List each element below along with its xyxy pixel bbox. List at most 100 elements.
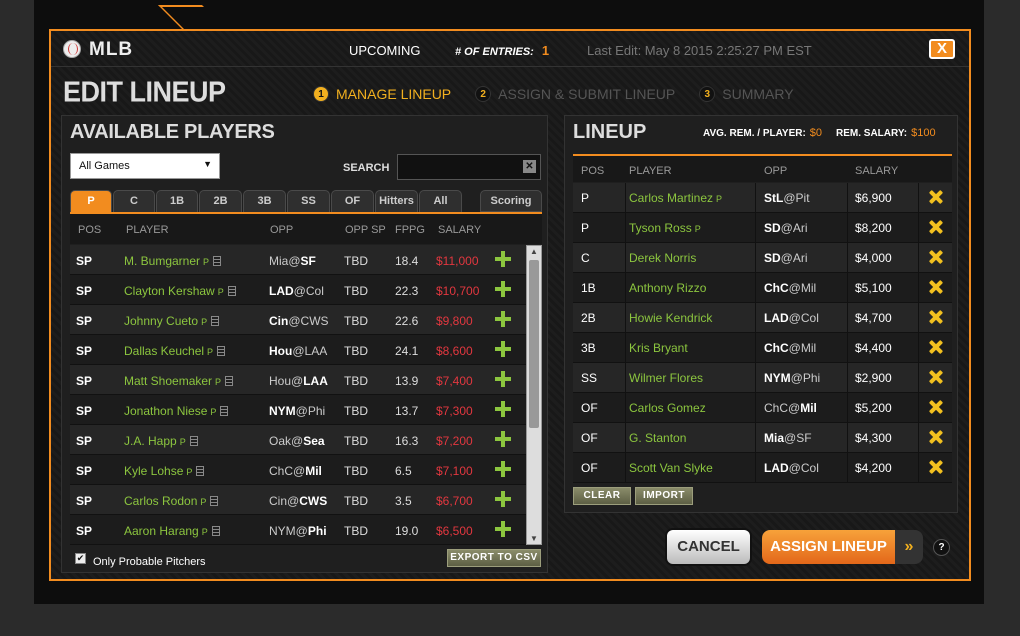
player-name[interactable]: Anthony Rizzo [629,281,709,295]
plus-add-icon[interactable] [495,491,511,507]
table-row[interactable]: SP Jonathon Niese P NYM@Phi TBD 13.7 $7,300 [70,395,526,425]
table-row[interactable]: SP Johnny Cueto P Cin@CWS TBD 22.6 $9,800 [70,305,526,335]
plus-add-icon[interactable] [495,431,511,447]
scroll-thumb[interactable] [529,260,539,428]
scroll-down-icon[interactable]: ▼ [530,534,538,543]
plus-add-icon[interactable] [495,281,511,297]
search-input[interactable]: ✕ [397,154,541,180]
tab-of[interactable]: OF [331,190,374,212]
table-row[interactable]: SP Matt Shoemaker P Hou@LAA TBD 13.9 $7,400 [70,365,526,395]
plus-add-icon[interactable] [495,461,511,477]
player-name[interactable]: Derek Norris [629,251,699,265]
player-name-text[interactable]: Derek Norris [629,251,696,265]
player-name[interactable]: Carlos Gomez [629,401,709,415]
news-doc-icon[interactable] [189,436,198,446]
col-pos[interactable]: POS [78,224,101,236]
clear-button[interactable]: CLEAR [573,487,631,505]
lineup-row[interactable]: C Derek Norris SD@Ari $4,000 [573,243,952,273]
table-row[interactable]: SP Dallas Keuchel P Hou@LAA TBD 24.1 $8,600 [70,335,526,365]
news-doc-icon[interactable] [210,496,219,506]
player-name-text[interactable]: Scott Van Slyke [629,461,713,475]
player-name[interactable]: Matt Shoemaker P [124,374,234,388]
double-chevron-icon[interactable]: » [895,530,923,564]
only-probable-checkbox[interactable]: ✔ [75,553,86,564]
player-name-text[interactable]: Aaron Harang [124,524,199,538]
tab-2b[interactable]: 2B [199,190,242,212]
col-opp[interactable]: OPP [270,224,293,236]
player-name-text[interactable]: G. Stanton [629,431,686,445]
col-fppg[interactable]: FPPG [395,224,425,236]
player-name[interactable]: Wilmer Flores [629,371,706,385]
tab-ss[interactable]: SS [287,190,330,212]
step-summary[interactable]: 3 SUMMARY [699,86,794,102]
tab-c[interactable]: C [113,190,155,212]
tab-p[interactable]: P [70,190,112,212]
lineup-row[interactable]: 3B Kris Bryant ChC@Mil $4,400 [573,333,952,363]
player-name-text[interactable]: Jonathon Niese [124,404,207,418]
player-name-text[interactable]: Tyson Ross [629,221,692,235]
lineup-row[interactable]: OF Scott Van Slyke LAD@Col $4,200 [573,453,952,483]
x-remove-icon[interactable] [929,400,943,414]
player-name-text[interactable]: M. Bumgarner [124,254,200,268]
player-name[interactable]: Aaron Harang P [124,524,220,538]
player-name-text[interactable]: Kris Bryant [629,341,688,355]
lineup-row[interactable]: P Tyson Ross P SD@Ari $8,200 [573,213,952,243]
lineup-row[interactable]: SS Wilmer Flores NYM@Phi $2,900 [573,363,952,393]
news-doc-icon[interactable] [227,286,236,296]
x-remove-icon[interactable] [929,190,943,204]
tab-1b[interactable]: 1B [156,190,198,212]
tab-hitters[interactable]: Hitters [375,190,418,212]
plus-add-icon[interactable] [495,521,511,537]
player-name[interactable]: G. Stanton [629,431,689,445]
player-name[interactable]: Carlos Rodon P [124,494,219,508]
player-name[interactable]: Tyson Ross P [629,221,701,235]
lineup-row[interactable]: OF Carlos Gomez ChC@Mil $5,200 [573,393,952,423]
player-name[interactable]: Kris Bryant [629,341,691,355]
help-icon[interactable]: ? [933,539,950,556]
lineup-row[interactable]: P Carlos Martinez P StL@Pit $6,900 [573,183,952,213]
player-name-text[interactable]: Wilmer Flores [629,371,703,385]
news-doc-icon[interactable] [211,316,220,326]
player-name[interactable]: Carlos Martinez P [629,191,722,205]
player-name-text[interactable]: Howie Kendrick [629,311,712,325]
plus-add-icon[interactable] [495,311,511,327]
scroll-up-icon[interactable]: ▲ [530,247,538,256]
table-row[interactable]: SP Carlos Rodon P Cin@CWS TBD 3.5 $6,700 [70,485,526,515]
player-name[interactable]: Jonathon Niese P [124,404,229,418]
import-button[interactable]: IMPORT [635,487,693,505]
players-scrollbar[interactable]: ▲ ▼ [526,245,542,545]
player-name-text[interactable]: Kyle Lohse [124,464,183,478]
lineup-row[interactable]: 1B Anthony Rizzo ChC@Mil $5,100 [573,273,952,303]
news-doc-icon[interactable] [213,256,222,266]
player-name-text[interactable]: Clayton Kershaw [124,284,215,298]
news-doc-icon[interactable] [196,466,205,476]
player-name-text[interactable]: Carlos Rodon [124,494,197,508]
lineup-row[interactable]: 2B Howie Kendrick LAD@Col $4,700 [573,303,952,333]
player-name[interactable]: Johnny Cueto P [124,314,220,328]
news-doc-icon[interactable] [220,406,229,416]
news-doc-icon[interactable] [217,346,226,356]
player-name-text[interactable]: Matt Shoemaker [124,374,212,388]
table-row[interactable]: SP M. Bumgarner P Mia@SF TBD 18.4 $11,000 [70,245,526,275]
news-doc-icon[interactable] [225,376,234,386]
x-remove-icon[interactable] [929,250,943,264]
x-remove-icon[interactable] [929,460,943,474]
scoring-tab[interactable]: Scoring [480,190,542,212]
player-name[interactable]: J.A. Happ P [124,434,198,448]
table-row[interactable]: SP Clayton Kershaw P LAD@Col TBD 22.3 $10,700 [70,275,526,305]
x-remove-icon[interactable] [929,280,943,294]
plus-add-icon[interactable] [495,371,511,387]
player-name[interactable]: Dallas Keuchel P [124,344,226,358]
x-remove-icon[interactable] [929,220,943,234]
x-remove-icon[interactable] [929,340,943,354]
player-name[interactable]: Kyle Lohse P [124,464,205,478]
player-name[interactable]: Scott Van Slyke [629,461,716,475]
plus-add-icon[interactable] [495,401,511,417]
player-name[interactable]: M. Bumgarner P [124,254,222,268]
player-name-text[interactable]: Carlos Gomez [629,401,706,415]
cancel-button[interactable]: CANCEL [667,530,750,564]
news-doc-icon[interactable] [211,526,220,536]
clear-search-icon[interactable]: ✕ [523,160,536,173]
x-remove-icon[interactable] [929,370,943,384]
tab-all[interactable]: All [419,190,462,212]
